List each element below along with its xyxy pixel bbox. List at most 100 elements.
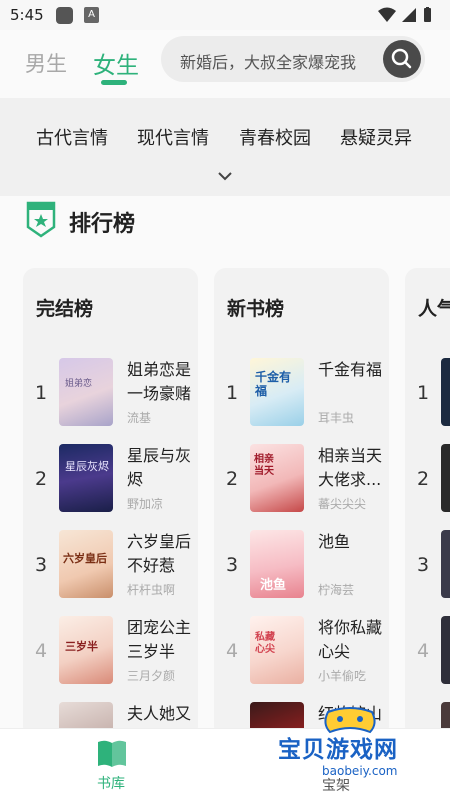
rank-number: 3 bbox=[35, 554, 48, 576]
a-icon: A bbox=[84, 7, 99, 23]
book-item[interactable]: 4 bbox=[405, 616, 450, 692]
search-placeholder: 新婚后，大叔全家爆宠我 bbox=[180, 53, 357, 72]
watermark: 宝贝游戏网 baobeiy.com bbox=[268, 702, 436, 784]
book-title: 池鱼 bbox=[318, 532, 351, 551]
ranking-card-popular: 人气榜 1 2 3 4 5 bbox=[405, 268, 450, 728]
rank-number: 1 bbox=[417, 382, 430, 404]
book-cover: 姐弟恋 bbox=[59, 358, 113, 426]
book-cover bbox=[441, 702, 450, 728]
ranking-title: 排行榜 bbox=[69, 212, 136, 237]
book-cover: 池鱼 bbox=[250, 530, 304, 598]
book-cover: 星辰灰烬 bbox=[59, 444, 113, 512]
ranking-header: 排行榜 bbox=[0, 196, 450, 248]
book-cover: 千金有福 bbox=[250, 358, 304, 426]
cover-title: 三岁半 bbox=[65, 640, 98, 653]
rank-number: 1 bbox=[226, 382, 239, 404]
book-cover bbox=[59, 702, 113, 728]
book-item[interactable]: 4 私藏心尖 将你私藏心尖 小羊偷吃 bbox=[214, 616, 389, 692]
ranking-badge-icon bbox=[26, 201, 56, 238]
book-author: 柠海芸 bbox=[318, 583, 355, 597]
book-author: 耳丰虫 bbox=[318, 411, 355, 425]
cover-title: 相亲当天 bbox=[254, 454, 274, 477]
rank-number: 4 bbox=[417, 640, 430, 662]
rank-number: 3 bbox=[417, 554, 430, 576]
book-title: 千金有福 bbox=[318, 360, 383, 379]
book-item[interactable]: 2 bbox=[405, 444, 450, 520]
book-author: 三月夕颜 bbox=[127, 669, 176, 683]
book-item[interactable]: 3 池鱼 池鱼 柠海芸 bbox=[214, 530, 389, 606]
book-item[interactable]: 2 星辰灰烬 星辰与灰烬 野加凉 bbox=[23, 444, 198, 520]
header: 男生 女生 新婚后，大叔全家爆宠我 bbox=[0, 30, 450, 98]
book-author: 野加凉 bbox=[127, 497, 164, 511]
book-item[interactable]: 4 三岁半 团宠公主三岁半 三月夕颜 bbox=[23, 616, 198, 692]
notification-icon bbox=[56, 7, 73, 24]
book-cover bbox=[441, 616, 450, 684]
battery-icon bbox=[424, 7, 431, 22]
status-bar: 5:45 A bbox=[0, 0, 450, 30]
card-title: 人气榜 bbox=[418, 298, 450, 320]
rank-number: 2 bbox=[417, 468, 430, 490]
book-cover bbox=[441, 358, 450, 426]
book-author: 小羊偷吃 bbox=[318, 669, 367, 683]
wifi-icon bbox=[378, 7, 396, 22]
rank-number: 2 bbox=[226, 468, 239, 490]
chevron-down-icon[interactable] bbox=[217, 170, 233, 182]
card-title: 完结榜 bbox=[36, 298, 94, 320]
book-cover: 三岁半 bbox=[59, 616, 113, 684]
book-author: 蕃尖尖尖 bbox=[318, 497, 367, 511]
book-item[interactable]: 3 bbox=[405, 530, 450, 606]
ranking-card-new: 新书榜 1 千金有福 千金有福 耳丰虫 2 相亲当天 相亲当天大佬求... 蕃尖… bbox=[214, 268, 389, 728]
book-item[interactable]: 2 相亲当天 相亲当天大佬求... 蕃尖尖尖 bbox=[214, 444, 389, 520]
book-cover: 相亲当天 bbox=[250, 444, 304, 512]
cover-title: 六岁皇后 bbox=[63, 552, 107, 565]
nav-library[interactable]: 书库 bbox=[97, 773, 125, 793]
book-item[interactable]: 1 姐弟恋 姐弟恋是一场豪赌 流基 bbox=[23, 358, 198, 434]
book-title: 夫人她又在虐渣了 bbox=[127, 704, 192, 723]
book-cover bbox=[441, 444, 450, 512]
search-input[interactable]: 新婚后，大叔全家爆宠我 bbox=[161, 36, 425, 82]
cover-title: 姐弟恋 bbox=[65, 379, 93, 389]
category-item[interactable]: 青春校园 bbox=[239, 124, 311, 150]
book-title: 将你私藏心尖 bbox=[318, 618, 383, 661]
rank-number: 4 bbox=[35, 640, 48, 662]
book-item[interactable]: 5 夫人她又在虐渣了 bbox=[23, 702, 198, 728]
category-item[interactable]: 现代言情 bbox=[137, 124, 209, 150]
category-panel: 古代言情 现代言情 青春校园 悬疑灵异 bbox=[0, 98, 450, 196]
book-cover: 六岁皇后 bbox=[59, 530, 113, 598]
cover-title: 池鱼 bbox=[260, 578, 287, 593]
ranking-list: 完结榜 1 姐弟恋 姐弟恋是一场豪赌 流基 2 星辰灰烬 星辰与灰烬 野加凉 3… bbox=[0, 248, 450, 728]
book-item[interactable]: 1 bbox=[405, 358, 450, 434]
search-button[interactable] bbox=[383, 40, 421, 78]
book-item[interactable]: 3 六岁皇后 六岁皇后不好惹 杆杆虫啊 bbox=[23, 530, 198, 606]
rank-number: 2 bbox=[35, 468, 48, 490]
book-cover bbox=[441, 530, 450, 598]
book-library-icon[interactable] bbox=[96, 739, 128, 769]
book-cover: 私藏心尖 bbox=[250, 616, 304, 684]
book-item[interactable]: 1 千金有福 千金有福 耳丰虫 bbox=[214, 358, 389, 434]
tab-indicator bbox=[101, 80, 127, 85]
cover-title: 私藏心尖 bbox=[255, 632, 275, 655]
book-author: 流基 bbox=[127, 411, 152, 425]
cover-title: 星辰灰烬 bbox=[65, 460, 109, 473]
status-icons bbox=[378, 7, 438, 27]
book-title: 星辰与灰烬 bbox=[127, 446, 192, 489]
book-author: 杆杆虫啊 bbox=[127, 583, 176, 597]
signal-icon bbox=[402, 8, 416, 22]
rank-number: 4 bbox=[226, 640, 239, 662]
tab-female[interactable]: 女生 bbox=[93, 46, 139, 80]
rank-number: 1 bbox=[35, 382, 48, 404]
category-item[interactable]: 古代言情 bbox=[36, 124, 108, 150]
search-icon bbox=[391, 48, 412, 69]
book-title: 相亲当天大佬求... bbox=[318, 446, 383, 489]
rank-number: 3 bbox=[226, 554, 239, 576]
watermark-url: baobeiy.com bbox=[322, 764, 398, 778]
book-title: 六岁皇后不好惹 bbox=[127, 532, 192, 575]
watermark-text: 宝贝游戏网 bbox=[278, 737, 398, 763]
status-time: 5:45 bbox=[10, 6, 44, 24]
card-title: 新书榜 bbox=[227, 298, 285, 320]
ranking-card-completed: 完结榜 1 姐弟恋 姐弟恋是一场豪赌 流基 2 星辰灰烬 星辰与灰烬 野加凉 3… bbox=[23, 268, 198, 728]
tab-male[interactable]: 男生 bbox=[25, 48, 67, 78]
book-title: 团宠公主三岁半 bbox=[127, 618, 192, 661]
category-item[interactable]: 悬疑灵异 bbox=[340, 124, 412, 150]
book-title: 姐弟恋是一场豪赌 bbox=[127, 360, 192, 403]
